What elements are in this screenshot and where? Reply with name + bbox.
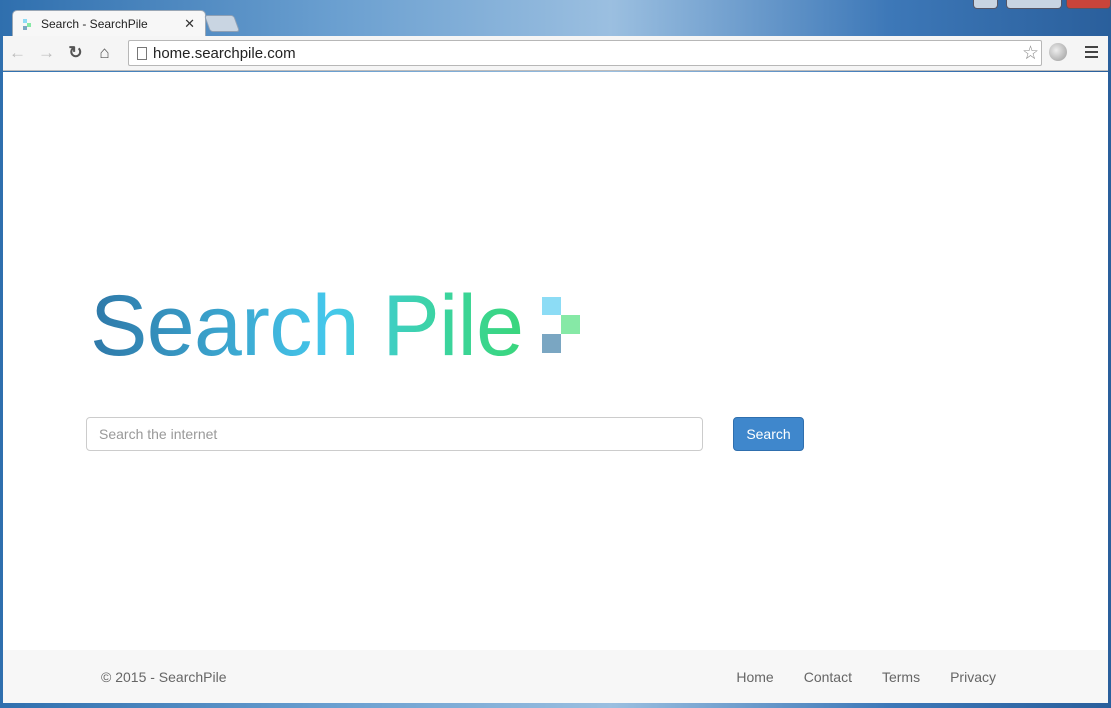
globe-icon[interactable] (1049, 43, 1067, 61)
tab-title: Search - SearchPile (41, 17, 148, 31)
logo-square (542, 297, 561, 315)
search-input[interactable] (86, 417, 703, 451)
footer-link-home[interactable]: Home (736, 669, 773, 685)
back-icon[interactable]: ← (3, 43, 32, 63)
searchpile-logo: Search Pile (90, 282, 580, 362)
user-icon[interactable] (973, 0, 998, 9)
search-button[interactable]: Search (733, 417, 804, 451)
copyright: © 2015 - SearchPile (101, 668, 227, 685)
new-tab-button[interactable] (203, 15, 241, 32)
footer: © 2015 - SearchPile Home Contact Terms P… (3, 650, 1108, 703)
minimize-maximize-buttons[interactable] (1006, 0, 1062, 9)
logo-text: Search Pile (90, 282, 527, 362)
reload-icon[interactable]: ↻ (61, 43, 90, 63)
footer-link-privacy[interactable]: Privacy (950, 669, 996, 685)
forward-icon[interactable]: → (32, 43, 61, 63)
favicon-icon (23, 18, 34, 30)
page-icon (137, 46, 147, 60)
menu-icon[interactable] (1085, 46, 1098, 61)
close-window-button[interactable] (1066, 0, 1111, 9)
star-icon[interactable]: ☆ (1022, 42, 1039, 65)
address-bar[interactable]: home.searchpile.com ☆ (128, 40, 1042, 66)
logo-square (561, 315, 580, 334)
home-icon[interactable]: ⌂ (90, 43, 119, 63)
logo-square (542, 334, 561, 353)
close-tab-icon[interactable]: ✕ (184, 16, 195, 32)
browser-tab[interactable]: Search - SearchPile ✕ (12, 10, 206, 37)
footer-link-contact[interactable]: Contact (804, 669, 852, 685)
title-bar: Search - SearchPile ✕ (0, 0, 1111, 37)
url-text: home.searchpile.com (153, 44, 296, 62)
footer-link-terms[interactable]: Terms (882, 669, 920, 685)
page-content: Search Pile Search © 2015 - SearchPile H… (3, 72, 1108, 703)
browser-toolbar: ← → ↻ ⌂ home.searchpile.com ☆ (3, 36, 1108, 71)
